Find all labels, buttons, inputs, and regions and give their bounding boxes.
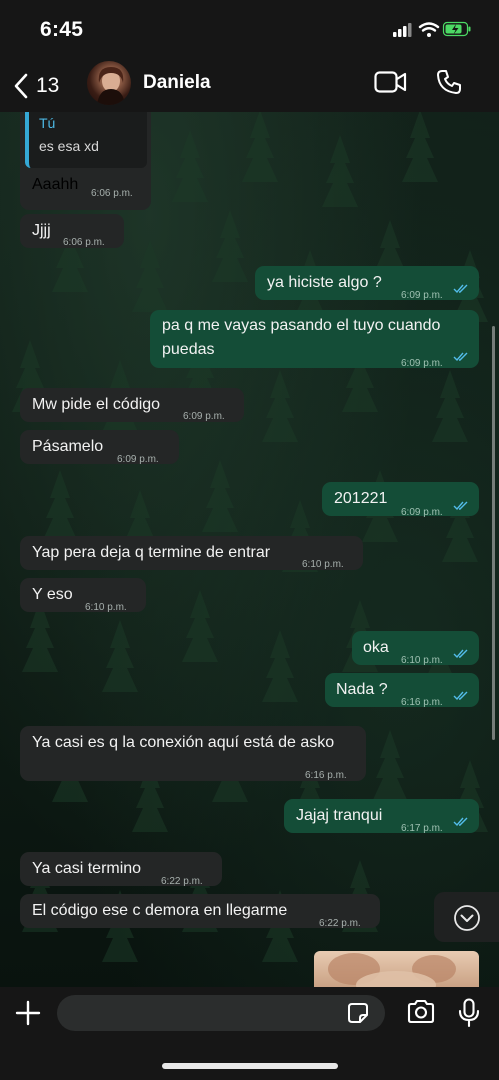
video-call-icon (374, 71, 407, 93)
outgoing-message[interactable]: pa q me vayas pasando el tuyo cuando pue… (150, 310, 479, 369)
incoming-message[interactable]: Ya casi termino 6:22 p.m. (20, 852, 222, 887)
read-ticks-icon (453, 352, 468, 362)
message-time: 6:22 p.m. (319, 918, 361, 929)
message-text: Ya casi es q la conexión aquí está de as… (32, 734, 335, 751)
home-indicator[interactable] (162, 1063, 338, 1069)
sticker-button[interactable] (346, 1001, 370, 1030)
cellular-signal-icon (393, 23, 412, 37)
incoming-message[interactable]: Yap pera deja q termine de entrar 6:10 p… (20, 536, 363, 570)
message-time: 6:16 p.m. (305, 770, 347, 781)
outgoing-message[interactable]: Nada ? 6:16 p.m. (325, 673, 479, 708)
read-ticks-icon (453, 649, 468, 659)
scroll-to-bottom-button[interactable] (434, 892, 499, 942)
incoming-message[interactable]: Mw pide el código 6:09 p.m. (20, 388, 244, 422)
reply-text: es esa xd (39, 138, 99, 154)
message-time: 6:09 p.m. (183, 411, 225, 422)
incoming-message[interactable]: Pásamelo 6:09 p.m. (20, 430, 179, 465)
battery-icon (442, 21, 471, 37)
outgoing-message[interactable]: ya hiciste algo ? 6:09 p.m. (255, 266, 479, 301)
outgoing-message[interactable]: oka 6:10 p.m. (352, 631, 479, 666)
avatar-image (97, 67, 125, 105)
message-time: 6:22 p.m. (161, 876, 203, 887)
message-text: Jjjj (32, 222, 51, 239)
camera-button[interactable] (406, 999, 436, 1030)
message-time: 6:09 p.m. (401, 507, 443, 518)
incoming-message[interactable]: Jjjj 6:06 p.m. (20, 214, 124, 248)
video-call-button[interactable] (374, 71, 407, 98)
message-text: 201221 (334, 490, 388, 507)
incoming-message[interactable]: Ya casi es q la conexión aquí está de as… (20, 726, 366, 781)
read-ticks-icon (453, 284, 468, 294)
message-time: 6:16 p.m. (401, 697, 443, 708)
message-time: 6:06 p.m. (63, 237, 105, 248)
outgoing-message[interactable]: Jajaj tranqui 6:17 p.m. (284, 799, 479, 834)
quoted-reply-bubble[interactable]: Tú es esa xd Aaahh 6:06 p.m. (20, 112, 151, 210)
outgoing-message[interactable]: 201221 6:09 p.m. (322, 482, 479, 518)
chat-scrollbar[interactable] (492, 326, 495, 740)
plus-icon (15, 1000, 41, 1026)
message-text: oka (363, 639, 389, 656)
phone-icon (437, 70, 461, 94)
message-text: Y eso (32, 586, 73, 603)
message-text: Pásamelo (32, 438, 104, 455)
voice-note-button[interactable] (458, 998, 480, 1033)
contact-avatar[interactable] (87, 61, 131, 105)
status-bar: 6:45 (0, 0, 499, 60)
chat-screen: Tú es esa xd Aaahh 6:06 p.m. Jjjj 6:06 p… (0, 0, 499, 1080)
back-chevron-icon (14, 73, 28, 99)
message-time: 6:10 p.m. (302, 559, 344, 570)
reply-author: Tú (39, 115, 56, 131)
read-ticks-icon (453, 501, 468, 511)
chat-header: 13 Daniela (0, 60, 499, 112)
contact-name[interactable]: Daniela (143, 72, 211, 94)
photo-message-thumbnail[interactable] (314, 951, 479, 991)
composer-bar (0, 987, 499, 1080)
message-time: 6:09 p.m. (401, 358, 443, 369)
photo-content (328, 953, 456, 991)
scroll-down-chevron-icon (454, 905, 480, 931)
unread-count: 13 (36, 74, 60, 97)
incoming-message[interactable]: Y eso 6:10 p.m. (20, 578, 146, 613)
message-text: Mw pide el código (32, 396, 161, 413)
message-input[interactable] (57, 995, 385, 1031)
microphone-icon (458, 998, 480, 1028)
message-text: Ya casi termino (32, 860, 142, 877)
message-text: El código ese c demora en llegarme (32, 902, 288, 919)
message-text: Aaahh (32, 176, 79, 193)
wifi-icon (418, 22, 440, 37)
message-text: Yap pera deja q termine de entrar (32, 544, 271, 561)
back-button[interactable]: 13 (14, 70, 59, 102)
incoming-message[interactable]: El código ese c demora en llegarme 6:22 … (20, 894, 380, 929)
status-time: 6:45 (40, 18, 84, 41)
attach-button[interactable] (14, 999, 42, 1032)
message-time: 6:10 p.m. (401, 655, 443, 666)
message-time: 6:09 p.m. (117, 454, 159, 465)
camera-icon (407, 999, 435, 1024)
message-text: Jajaj tranqui (296, 807, 383, 824)
sticker-icon (348, 1003, 368, 1023)
message-text: ya hiciste algo ? (267, 274, 382, 291)
message-time: 6:10 p.m. (85, 602, 127, 613)
status-icons (393, 21, 471, 37)
read-ticks-icon (453, 817, 468, 827)
message-text: Nada ? (336, 681, 388, 698)
message-time: 6:09 p.m. (401, 290, 443, 301)
reply-quote[interactable]: Tú es esa xd (25, 112, 147, 168)
message-time: 6:17 p.m. (401, 823, 443, 834)
message-time: 6:06 p.m. (91, 188, 133, 199)
voice-call-button[interactable] (436, 69, 462, 100)
read-ticks-icon (453, 691, 468, 701)
